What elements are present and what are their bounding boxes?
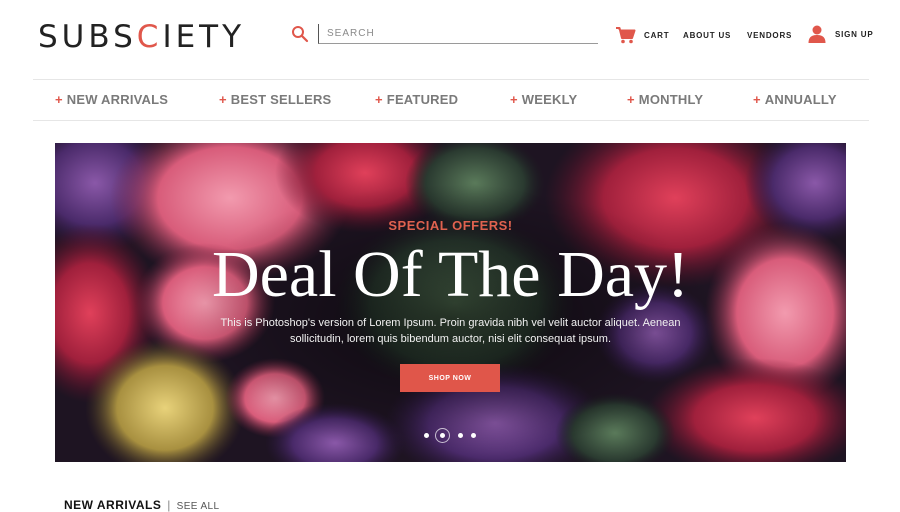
site-header: SUBSCIETY CART ABOUT US VENDORS — [0, 0, 900, 78]
sign-up-label: SIGN UP — [835, 29, 874, 39]
category-annually[interactable]: + ANNUALLY — [753, 92, 837, 107]
new-arrivals-heading: NEW ARRIVALS | SEE ALL — [64, 498, 220, 512]
category-monthly[interactable]: + MONTHLY — [627, 92, 703, 107]
search-input[interactable] — [318, 24, 598, 44]
logo[interactable]: SUBSCIETY — [38, 19, 245, 55]
category-label: WEEKLY — [521, 92, 578, 107]
sign-up-link[interactable]: SIGN UP — [807, 24, 874, 44]
see-all-link[interactable]: SEE ALL — [177, 501, 220, 512]
plus-icon: + — [375, 92, 383, 107]
carousel-dot[interactable] — [424, 433, 429, 438]
logo-prefix: SUBS — [38, 19, 137, 55]
category-label: FEATURED — [386, 92, 459, 107]
hero-description: This is Photoshop's version of Lorem Ips… — [220, 317, 681, 345]
plus-icon: + — [753, 92, 761, 107]
cart-link[interactable]: CART — [615, 26, 669, 44]
vendors-link[interactable]: VENDORS — [747, 31, 792, 40]
category-label: NEW ARRIVALS — [66, 92, 169, 107]
category-label: MONTHLY — [638, 92, 704, 107]
plus-icon: + — [55, 92, 63, 107]
category-featured[interactable]: + FEATURED — [375, 92, 458, 107]
category-best-sellers[interactable]: + BEST SELLERS — [219, 92, 331, 107]
category-label: ANNUALLY — [764, 92, 837, 107]
section-title: NEW ARRIVALS — [64, 498, 162, 512]
hero-banner: SPECIAL OFFERS! Deal Of The Day! This is… — [55, 143, 846, 462]
divider: | — [167, 498, 171, 512]
carousel-dot[interactable] — [471, 433, 476, 438]
hero-title: Deal Of The Day! — [211, 238, 690, 311]
plus-icon: + — [627, 92, 635, 107]
logo-suffix: IETY — [162, 19, 246, 55]
plus-icon: + — [219, 92, 227, 107]
vendors-label: VENDORS — [747, 31, 793, 40]
category-weekly[interactable]: + WEEKLY — [510, 92, 577, 107]
category-new-arrivals[interactable]: + NEW ARRIVALS — [55, 92, 168, 107]
hero-eyebrow: SPECIAL OFFERS! — [388, 218, 513, 233]
plus-icon: + — [510, 92, 518, 107]
carousel-dot[interactable] — [458, 433, 463, 438]
cart-label: CART — [644, 30, 670, 40]
category-nav: + NEW ARRIVALS + BEST SELLERS + FEATURED + W… — [33, 79, 869, 121]
carousel-dots — [422, 426, 480, 444]
logo-accent: C — [136, 19, 163, 55]
user-icon — [808, 25, 826, 43]
shop-now-button[interactable]: SHOP NOW — [400, 364, 500, 392]
carousel-dot-active[interactable] — [435, 428, 450, 443]
about-us-link[interactable]: ABOUT US — [683, 31, 731, 40]
search-bar — [291, 24, 598, 44]
search-icon[interactable] — [291, 25, 309, 43]
about-us-label: ABOUT US — [683, 31, 732, 40]
cart-icon — [616, 27, 636, 44]
category-label: BEST SELLERS — [230, 92, 332, 107]
